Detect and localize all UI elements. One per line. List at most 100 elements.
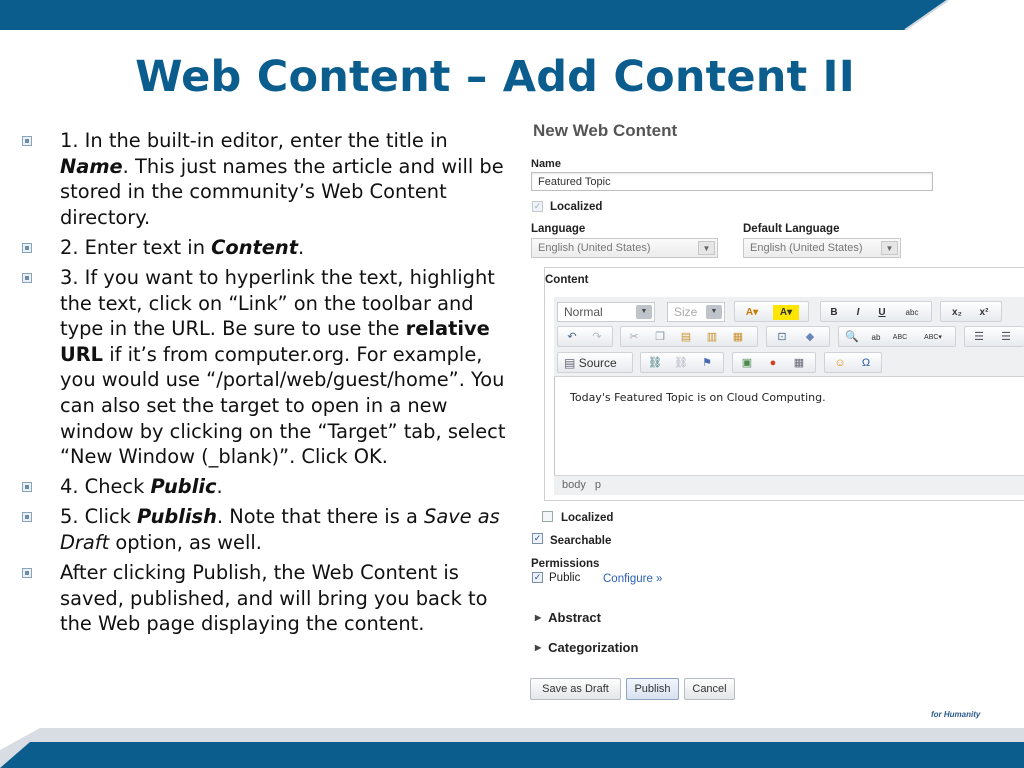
configure-link[interactable]: Configure » <box>603 573 662 585</box>
bullet-text: 5. Click <box>60 505 138 529</box>
localized-label-2: Localized <box>561 512 614 524</box>
copy-icon[interactable]: ❐ <box>651 330 669 345</box>
form-heading: New Web Content <box>533 121 678 140</box>
cancel-button[interactable]: Cancel <box>684 678 735 700</box>
remove-format-icon[interactable]: ◆ <box>801 330 819 345</box>
bullet-text: 1. In the built-in editor, enter the tit… <box>60 129 448 152</box>
default-language-label: Default Language <box>743 223 840 235</box>
chevron-down-icon: ▼ <box>698 241 715 255</box>
abstract-label: Abstract <box>548 610 601 625</box>
abstract-expander[interactable]: ▶ Abstract <box>535 610 601 625</box>
image-icon[interactable]: ▣ <box>738 356 756 371</box>
bullet-marker-icon <box>22 272 32 283</box>
anchor-flag-icon[interactable]: ⚑ <box>698 356 716 371</box>
bullet-item: 3. If you want to hyperlink the text, hi… <box>22 265 512 470</box>
spellcheck-icon[interactable]: ABC <box>891 330 909 345</box>
table-icon[interactable]: ▦ <box>790 356 808 371</box>
link-group: ⛓ ⛓ ⚑ <box>640 352 724 373</box>
searchable-label: Searchable <box>550 535 612 547</box>
public-checkbox[interactable]: ✓ <box>532 572 543 583</box>
categorization-expander[interactable]: ▶ Categorization <box>535 640 638 655</box>
bullet-item: 2. Enter text in Content. <box>22 235 512 261</box>
bullet-text: Name <box>60 154 123 178</box>
chevron-down-icon: ▼ <box>706 305 722 319</box>
bullet-text: Public <box>150 475 217 499</box>
strikethrough-icon[interactable]: abc <box>899 305 925 320</box>
find-icon[interactable]: 🔍 <box>843 330 861 345</box>
script-group: x₂ x² <box>940 301 1002 322</box>
unlink-icon[interactable]: ⛓ <box>672 356 690 371</box>
superscript-icon[interactable]: x² <box>973 305 995 320</box>
underline-icon[interactable]: U <box>873 305 891 320</box>
spellcheck-menu-icon[interactable]: ABC▾ <box>917 330 949 345</box>
triangle-right-icon: ▶ <box>535 643 542 652</box>
source-button[interactable]: ▤ Source <box>561 356 633 371</box>
editor-toolbar: Normal ▼ Size ▼ A▾ A▾ B I U abc x₂ x² ↶ … <box>554 297 1024 377</box>
paste-word-icon[interactable]: ▦ <box>729 330 747 345</box>
top-header-band <box>0 0 1024 30</box>
bullet-marker-icon <box>22 136 32 146</box>
editor-body-text[interactable]: Today's Featured Topic is on Cloud Compu… <box>570 391 826 404</box>
undo-icon[interactable]: ↶ <box>563 330 581 345</box>
bullet-text: Content <box>211 235 299 259</box>
flash-icon[interactable]: ● <box>764 356 782 371</box>
publish-button[interactable]: Publish <box>626 678 679 700</box>
numbered-list-icon[interactable]: ☰ <box>970 330 988 345</box>
default-language-select[interactable]: English (United States) ▼ <box>743 238 901 258</box>
background-color-icon[interactable]: A▾ <box>773 305 799 320</box>
bullet-text: . <box>216 475 223 499</box>
bullet-text: 2. Enter text in <box>60 235 212 259</box>
bullet-marker-icon <box>22 242 32 253</box>
localized-label: Localized <box>550 201 603 213</box>
source-group: ▤ Source <box>557 352 633 373</box>
smiley-icon[interactable]: ☺ <box>831 356 849 371</box>
cut-icon[interactable]: ✂ <box>625 330 643 345</box>
special-char-icon[interactable]: Ω <box>857 356 875 371</box>
bold-icon[interactable]: B <box>825 305 843 320</box>
paste-icon[interactable]: ▤ <box>677 330 695 345</box>
chevron-down-icon: ▼ <box>881 241 898 255</box>
name-label: Name <box>531 158 561 170</box>
select-all-icon[interactable]: ⊡ <box>773 330 791 345</box>
localized-checkbox[interactable]: ✓ <box>532 201 543 212</box>
save-as-draft-button[interactable]: Save as Draft <box>530 678 621 700</box>
name-input[interactable]: Featured Topic <box>531 172 933 191</box>
clipboard-group: ✂ ❐ ▤ ▥ ▦ <box>620 326 758 347</box>
color-group: A▾ A▾ <box>734 301 809 322</box>
bullet-text: . This just names the article and will b… <box>60 154 504 229</box>
language-label: Language <box>531 223 586 235</box>
bullet-item: 4. Check Public. <box>22 474 512 500</box>
basic-style-group: B I U abc <box>820 301 932 322</box>
italic-icon[interactable]: I <box>849 305 867 320</box>
localized-checkbox-2[interactable] <box>542 511 553 522</box>
subscript-icon[interactable]: x₂ <box>946 305 968 320</box>
undo-redo-group: ↶ ↷ <box>557 326 613 347</box>
replace-icon[interactable]: ab <box>867 330 885 345</box>
bullet-text: if it’s from computer.org. For example, … <box>60 342 506 469</box>
bullet-item: 5. Click Publish. Note that there is a S… <box>22 504 512 555</box>
redo-icon[interactable]: ↷ <box>588 330 606 345</box>
list-group: ☰ ☰ <box>964 326 1024 347</box>
content-label: Content <box>545 274 589 286</box>
bullet-marker-icon <box>22 568 32 578</box>
size-combo[interactable]: Size ▼ <box>667 302 725 322</box>
format-combo[interactable]: Normal ▼ <box>557 302 655 322</box>
insert-group: ▣ ● ▦ <box>732 352 816 373</box>
new-web-content-screenshot: New Web Content Name Featured Topic ✓ Lo… <box>527 117 1024 719</box>
public-label: Public <box>549 572 581 584</box>
language-select[interactable]: English (United States) ▼ <box>531 238 718 258</box>
footer-logo-text: for Humanity <box>931 710 981 719</box>
text-color-icon[interactable]: A▾ <box>739 305 765 320</box>
searchable-checkbox[interactable]: ✓ <box>532 533 543 544</box>
link-icon[interactable]: ⛓ <box>646 356 664 371</box>
source-icon: ▤ <box>564 356 576 370</box>
find-spell-group: 🔍 ab ABC ABC▾ <box>838 326 956 347</box>
bullet-marker-icon <box>22 482 32 493</box>
format-combo-value: Normal <box>564 305 603 319</box>
language-select-value: English (United States) <box>538 242 651 254</box>
bullet-list-icon[interactable]: ☰ <box>997 330 1015 345</box>
chevron-down-icon: ▼ <box>636 305 652 319</box>
categorization-label: Categorization <box>548 640 639 655</box>
bullet-item: 1. In the built-in editor, enter the tit… <box>22 128 512 230</box>
paste-text-icon[interactable]: ▥ <box>703 330 721 345</box>
